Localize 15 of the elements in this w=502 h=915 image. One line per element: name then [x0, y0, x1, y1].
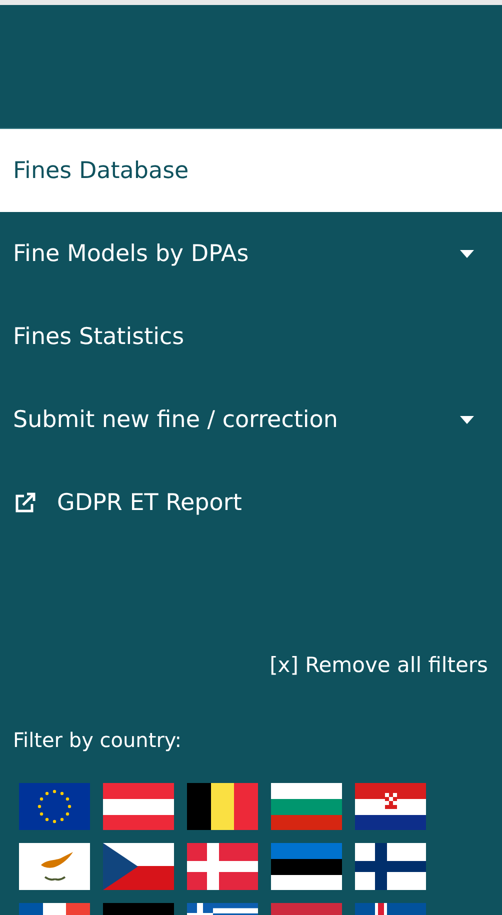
flag-icon[interactable]: [19, 903, 90, 915]
flag-icon[interactable]: [103, 843, 174, 890]
caret-icon: [460, 416, 474, 424]
caret-icon: [460, 250, 474, 258]
remove-filters-link[interactable]: [x] Remove all filters: [270, 653, 488, 677]
external-link-icon: [13, 490, 37, 514]
flag-icon[interactable]: [19, 783, 90, 830]
flag-icon[interactable]: [355, 783, 426, 830]
filter-label: Filter by country:: [12, 727, 183, 754]
flag-icon[interactable]: [187, 903, 258, 915]
flag-icon[interactable]: [187, 783, 258, 830]
flag-icon[interactable]: [355, 843, 426, 890]
flag-icon[interactable]: [355, 903, 426, 915]
menu-item[interactable]: Fines Database: [0, 129, 502, 212]
flag-icon[interactable]: [271, 843, 342, 890]
